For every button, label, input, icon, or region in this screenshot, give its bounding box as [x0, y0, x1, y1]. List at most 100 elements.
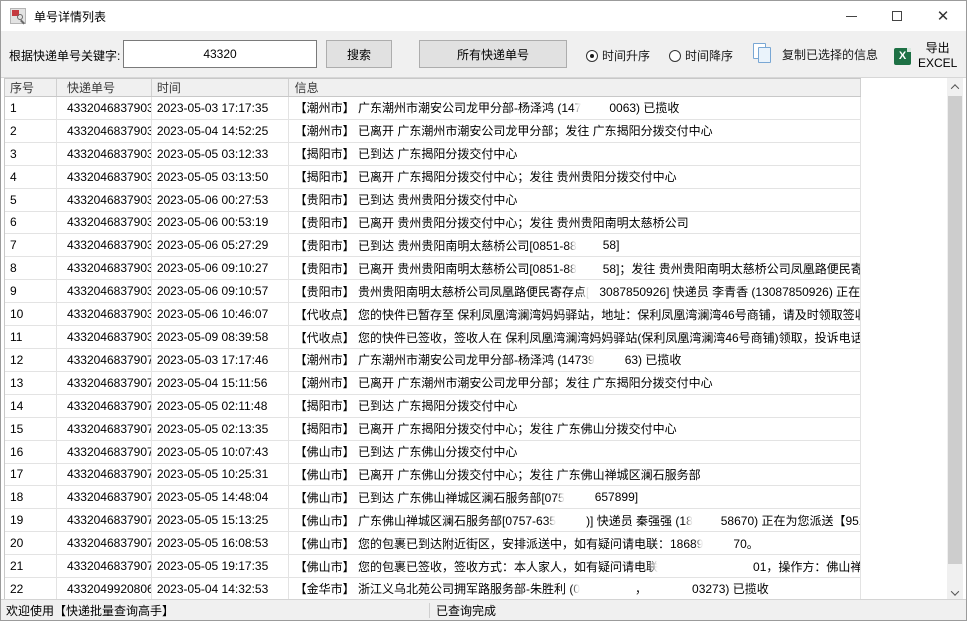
- cell-info: 【贵阳市】 贵州贵阳南明太慈桥公司凤凰路便民寄存点[3087850926] 快递…: [289, 280, 861, 302]
- cell-seq: 18: [5, 486, 57, 508]
- column-header-tracking[interactable]: 快递单号: [57, 79, 152, 96]
- cell-seq: 21: [5, 555, 57, 577]
- table-row[interactable]: 543320468379032023-05-06 00:27:53【贵阳市】 已…: [5, 189, 861, 212]
- table-row[interactable]: 243320468379032023-05-04 14:52:25【潮州市】 已…: [5, 120, 861, 143]
- table-row[interactable]: 1943320468379072023-05-05 15:13:25【佛山市】 …: [5, 509, 861, 532]
- cell-info: 【佛山市】 已离开 广东佛山分拨交付中心；发往 广东佛山禅城区澜石服务部: [289, 464, 861, 486]
- sort-ascending-label: 时间升序: [602, 47, 650, 64]
- cell-tracking-number: 4332046837903: [57, 97, 152, 119]
- search-button[interactable]: 搜索: [326, 40, 392, 68]
- table-row[interactable]: 143320468379032023-05-03 17:17:35【潮州市】 广…: [5, 97, 861, 120]
- cell-seq: 2: [5, 120, 57, 142]
- table-row[interactable]: 1343320468379072023-05-04 15:11:56【潮州市】 …: [5, 372, 861, 395]
- export-excel-button[interactable]: X 导出 EXCEL: [894, 41, 957, 71]
- cell-seq: 6: [5, 212, 57, 234]
- toolbar: 根据快递单号关键字: 搜索 所有快递单号 时间升序 时间降序 复制已选择的信息 …: [1, 31, 966, 78]
- cell-info: 【贵阳市】 已到达 贵州贵阳分拨交付中心: [289, 189, 861, 211]
- keyword-input[interactable]: [123, 40, 317, 68]
- table-row[interactable]: 1643320468379072023-05-05 10:07:43【佛山市】 …: [5, 441, 861, 464]
- cell-tracking-number: 4332049920806: [57, 578, 152, 600]
- cell-tracking-number: 4332046837907: [57, 395, 152, 417]
- redaction-blur: [658, 559, 753, 574]
- cell-seq: 15: [5, 418, 57, 440]
- close-icon: ✕: [937, 9, 950, 24]
- vertical-scrollbar[interactable]: [947, 78, 963, 601]
- cell-tracking-number: 4332046837907: [57, 418, 152, 440]
- cell-info: 【揭阳市】 已离开 广东揭阳分拨交付中心；发往 贵州贵阳分拨交付中心: [289, 166, 861, 188]
- close-button[interactable]: ✕: [920, 1, 966, 31]
- column-header-seq[interactable]: 序号: [5, 79, 57, 96]
- status-divider: [429, 603, 430, 618]
- cell-seq: 1: [5, 97, 57, 119]
- table-row[interactable]: 1443320468379072023-05-05 02:11:48【揭阳市】 …: [5, 395, 861, 418]
- table-row[interactable]: 443320468379032023-05-05 03:13:50【揭阳市】 已…: [5, 166, 861, 189]
- cell-seq: 10: [5, 303, 57, 325]
- cell-info: 【佛山市】 您的包裹已到达附近街区，安排派送中，如有疑问请电联：1868970。: [289, 532, 861, 554]
- all-tracking-numbers-button[interactable]: 所有快递单号: [419, 40, 567, 68]
- redaction-blur: [565, 490, 595, 505]
- sort-descending-radio[interactable]: 时间降序: [669, 47, 733, 64]
- table-row[interactable]: 743320468379032023-05-06 05:27:29【贵阳市】 已…: [5, 234, 861, 257]
- status-query-result-text: 已查询完成: [436, 602, 496, 619]
- minimize-icon: [846, 16, 857, 17]
- cell-info: 【揭阳市】 已到达 广东揭阳分拨交付中心: [289, 395, 861, 417]
- cell-seq: 5: [5, 189, 57, 211]
- cell-time: 2023-05-05 02:13:35: [152, 418, 289, 440]
- cell-time: 2023-05-04 14:32:53: [152, 578, 289, 600]
- scrollbar-thumb[interactable]: [948, 96, 962, 564]
- maximize-button[interactable]: [874, 1, 920, 31]
- copy-selected-info-button[interactable]: 复制已选择的信息: [753, 43, 878, 65]
- cell-info: 【贵阳市】 已到达 贵州贵阳南明太慈桥公司[0851-8858]: [289, 234, 861, 256]
- cell-tracking-number: 4332046837903: [57, 189, 152, 211]
- cell-seq: 13: [5, 372, 57, 394]
- table-row[interactable]: 343320468379032023-05-05 03:12:33【揭阳市】 已…: [5, 143, 861, 166]
- cell-time: 2023-05-04 15:11:56: [152, 372, 289, 394]
- table-row[interactable]: 1743320468379072023-05-05 10:25:31【佛山市】 …: [5, 464, 861, 487]
- table-row[interactable]: 1043320468379032023-05-06 10:46:07【代收点】 …: [5, 303, 861, 326]
- column-header-info[interactable]: 信息: [289, 79, 861, 96]
- cell-tracking-number: 4332046837903: [57, 303, 152, 325]
- cell-tracking-number: 4332046837907: [57, 464, 152, 486]
- cell-time: 2023-05-05 03:12:33: [152, 143, 289, 165]
- cell-time: 2023-05-06 00:53:19: [152, 212, 289, 234]
- redaction-blur: [581, 100, 609, 115]
- table-row[interactable]: 843320468379032023-05-06 09:10:27【贵阳市】 已…: [5, 257, 861, 280]
- cell-time: 2023-05-05 15:13:25: [152, 509, 289, 531]
- cell-tracking-number: 4332046837907: [57, 555, 152, 577]
- table-row[interactable]: 1143320468379032023-05-09 08:39:58【代收点】 …: [5, 326, 861, 349]
- cell-time: 2023-05-05 10:25:31: [152, 464, 289, 486]
- cell-info: 【金华市】 浙江义乌北苑公司拥军路服务部-朱胜利 (0，03273) 已揽收: [289, 578, 861, 600]
- cell-seq: 9: [5, 280, 57, 302]
- cell-time: 2023-05-06 09:10:57: [152, 280, 289, 302]
- cell-info: 【揭阳市】 已到达 广东揭阳分拨交付中心: [289, 143, 861, 165]
- radio-circle-icon: [669, 50, 681, 62]
- cell-seq: 20: [5, 532, 57, 554]
- copy-pages-icon: [753, 43, 773, 65]
- column-header-time[interactable]: 时间: [152, 79, 289, 96]
- cell-tracking-number: 4332046837903: [57, 166, 152, 188]
- chevron-up-icon: [951, 84, 959, 92]
- sort-ascending-radio[interactable]: 时间升序: [586, 47, 650, 64]
- cell-time: 2023-05-06 00:27:53: [152, 189, 289, 211]
- table-row[interactable]: 943320468379032023-05-06 09:10:57【贵阳市】 贵…: [5, 280, 861, 303]
- cell-tracking-number: 4332046837907: [57, 532, 152, 554]
- table-row[interactable]: 1243320468379072023-05-03 17:17:46【潮州市】 …: [5, 349, 861, 372]
- scroll-up-button[interactable]: [947, 78, 963, 95]
- cell-seq: 4: [5, 166, 57, 188]
- table-header-row: 序号 快递单号 时间 信息: [5, 78, 861, 97]
- cell-tracking-number: 4332046837907: [57, 349, 152, 371]
- table-row[interactable]: 1843320468379072023-05-05 14:48:04【佛山市】 …: [5, 486, 861, 509]
- table-row[interactable]: 643320468379032023-05-06 00:53:19【贵阳市】 已…: [5, 212, 861, 235]
- cell-time: 2023-05-05 02:11:48: [152, 395, 289, 417]
- cell-time: 2023-05-05 03:13:50: [152, 166, 289, 188]
- cell-tracking-number: 4332046837903: [57, 257, 152, 279]
- maximize-icon: [892, 11, 902, 21]
- table-row[interactable]: 2243320499208062023-05-04 14:32:53【金华市】 …: [5, 578, 861, 601]
- minimize-button[interactable]: [828, 1, 874, 31]
- redaction-blur: [577, 261, 603, 276]
- table-row[interactable]: 2043320468379072023-05-05 16:08:53【佛山市】 …: [5, 532, 861, 555]
- table-row[interactable]: 2143320468379072023-05-05 19:17:35【佛山市】 …: [5, 555, 861, 578]
- cell-info: 【潮州市】 广东潮州市潮安公司龙甲分部-杨泽鸿 (1470063) 已揽收: [289, 97, 861, 119]
- table-row[interactable]: 1543320468379072023-05-05 02:13:35【揭阳市】 …: [5, 418, 861, 441]
- cell-tracking-number: 4332046837903: [57, 212, 152, 234]
